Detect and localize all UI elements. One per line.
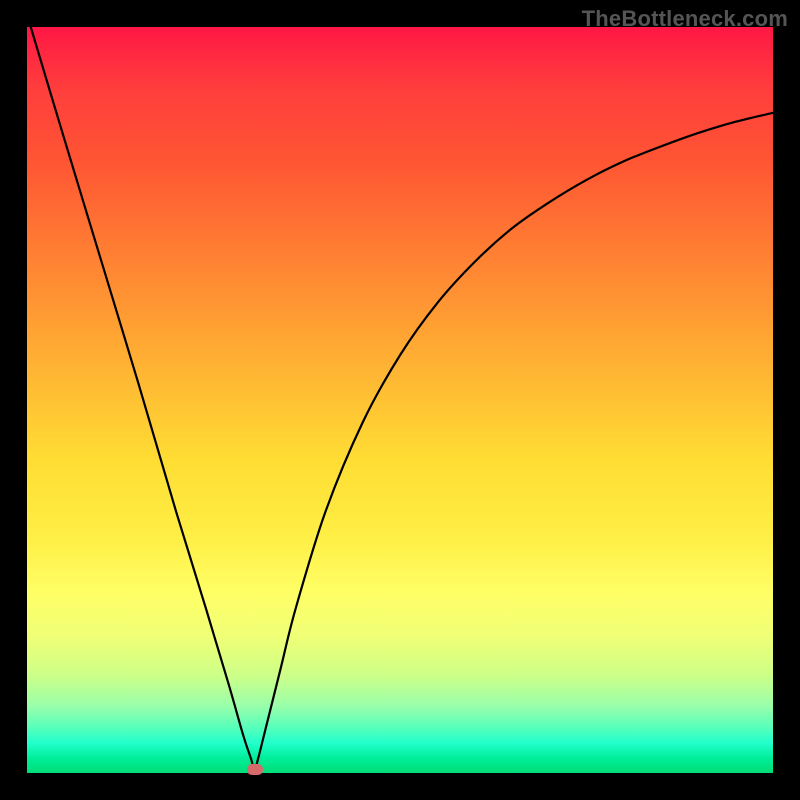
optimal-marker: [247, 764, 263, 775]
plot-area: [27, 27, 773, 773]
bottleneck-curve: [27, 27, 773, 773]
chart-container: TheBottleneck.com: [0, 0, 800, 800]
